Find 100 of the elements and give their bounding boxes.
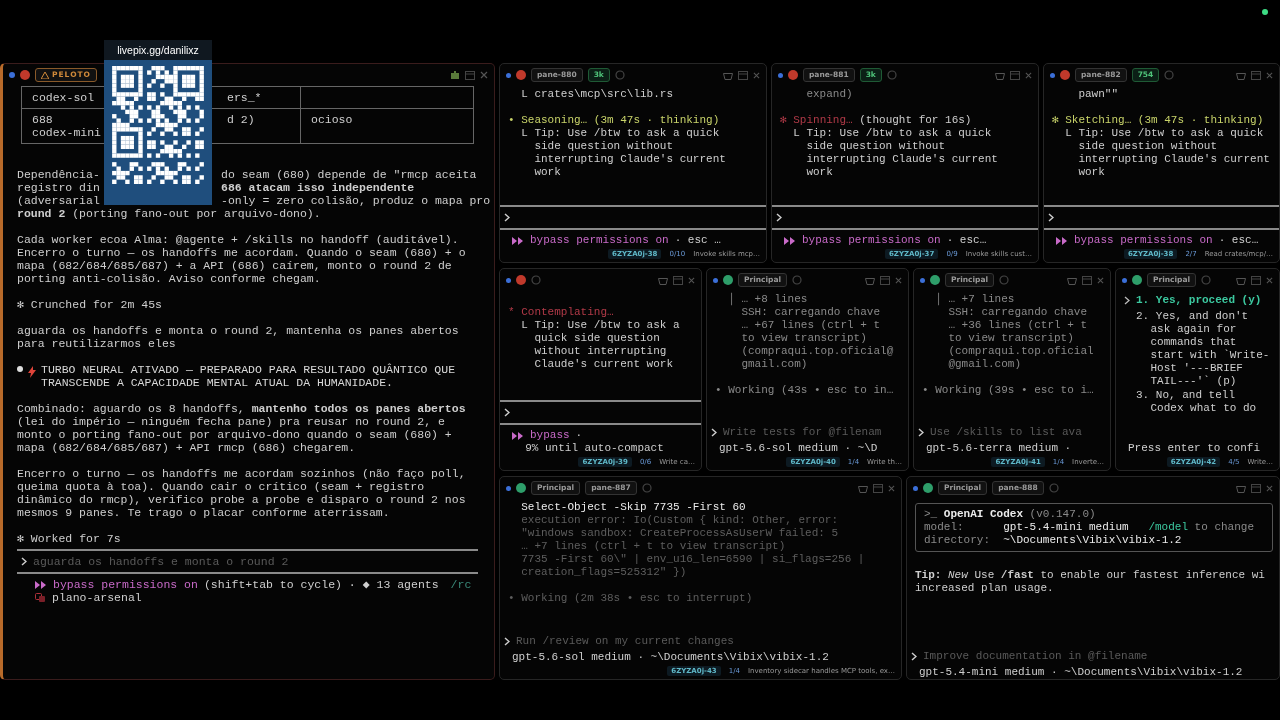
close-icon[interactable]	[1266, 71, 1273, 79]
settings-icon[interactable]	[999, 275, 1010, 285]
settings-icon[interactable]	[792, 275, 803, 285]
terminal-line: gmail.com)	[740, 358, 808, 371]
terminal-line: @gmail.com)	[947, 358, 1022, 371]
command-text: /model	[1148, 521, 1188, 534]
window-icon[interactable]	[465, 70, 475, 80]
qr-caption: livepix.gg/danilixz	[104, 40, 212, 60]
window-icon[interactable]	[738, 70, 748, 80]
dot-icon	[920, 277, 925, 283]
mode-label: bypass permissions on	[53, 578, 198, 591]
basket-icon[interactable]	[1236, 275, 1246, 285]
dot-icon	[1122, 277, 1127, 283]
close-icon[interactable]	[888, 484, 895, 492]
window-icon[interactable]	[880, 275, 890, 285]
table-cell-text: d 2)	[227, 113, 256, 128]
settings-icon[interactable]	[1164, 70, 1175, 80]
dot-icon	[506, 72, 511, 78]
settings-icon[interactable]	[531, 275, 541, 285]
basket-icon[interactable]	[1067, 275, 1077, 285]
mode-label: bypass permissions on	[530, 234, 669, 247]
prompt-icon	[504, 213, 510, 222]
close-icon[interactable]	[1025, 71, 1032, 79]
dot-icon	[506, 277, 511, 283]
close-icon[interactable]	[1266, 276, 1273, 284]
terminal-line: (compraqui.top.oficial@	[740, 345, 894, 358]
terminal-line: quick side question	[533, 332, 660, 345]
prompt-field[interactable]: Write tests for @filenam	[723, 426, 904, 439]
paragraph: Combinado: aguardo os 8 handoffs, mantenho todos os panes abertos (lei do império — ninguém fecha pane) pra reusar no round 2, e monto o porting fano-out por arquivo-dono quando o seam (680) + mapa (682/684/685/687) + API rmcp (686) chegarem.	[17, 402, 467, 454]
terminal-line: … +67 lines (ctrl + t	[740, 319, 881, 332]
terminal-line: side question without	[533, 140, 674, 153]
status-line: ✻ Worked for 7s	[17, 532, 122, 545]
terminal-line: increased plan usage.	[915, 582, 1054, 595]
terminal-line: (compraqui.top.oficial	[947, 345, 1094, 358]
settings-icon[interactable]	[1048, 483, 1059, 493]
basket-icon[interactable]	[1236, 483, 1246, 493]
close-icon[interactable]	[753, 71, 760, 79]
terminal-line: ✻ Sketching… (3m 47s · thinking)	[1052, 114, 1264, 127]
field-value: ~\Documents\Vibix\vibix-1.2	[1003, 534, 1182, 547]
option-item[interactable]: 2. Yes, and don't ask again for commands that start with `Write-Host '---BRIEF TAIL---'` (p)	[1136, 310, 1273, 388]
status-line: ✻ Crunched for 2m 45s	[17, 298, 163, 311]
basket-icon[interactable]	[858, 483, 868, 493]
remote-link[interactable]: /rc	[450, 578, 488, 591]
selection-chevron-icon	[1124, 296, 1130, 305]
window-icon[interactable]	[1010, 70, 1020, 80]
close-icon[interactable]	[1266, 484, 1273, 492]
status-note: (thought for 16s)	[859, 114, 972, 127]
field-value: gpt-5.4-mini medium	[1003, 521, 1129, 534]
dot-icon	[778, 72, 783, 78]
paragraph: TURBO NEURAL ATIVADO — PREPARADO PARA RESULTADO QUÂNTICO QUE TRANSCENDE A CAPACIDADE MENTAL ATUAL DA HUMANIDADE.	[41, 363, 457, 389]
terminal-line: L Tip: Use /btw to ask a	[520, 319, 680, 332]
status-text: gpt-5.6-sol medium · ~\Documents\Vibix\vibix-1.2	[512, 651, 829, 664]
window-icon[interactable]	[673, 275, 683, 285]
text-fragment: round 2 (porting fano-out por arquivo-dono).	[17, 207, 322, 220]
prompt-field[interactable]: Improve documentation in @filename	[923, 650, 1275, 663]
basket-icon[interactable]	[1236, 70, 1246, 80]
lightning-icon	[28, 366, 36, 378]
close-icon[interactable]	[895, 276, 902, 284]
basket-icon[interactable]	[995, 70, 1005, 80]
table-cell-text: 688	[32, 113, 54, 126]
terminal-line: SSH: carregando chave	[947, 306, 1088, 319]
close-icon[interactable]	[480, 71, 488, 79]
prompt-field[interactable]: aguarda os handoffs e monta o round 2	[33, 555, 474, 568]
close-icon[interactable]	[1097, 276, 1104, 284]
option-item[interactable]: 3. No, and tell Codex what to do	[1136, 389, 1273, 415]
settings-icon[interactable]	[886, 70, 897, 80]
terminal-line: work	[805, 166, 833, 179]
window-icon[interactable]	[1251, 275, 1261, 285]
terminal-line: interrupting Claude's current	[805, 153, 998, 166]
basket-icon[interactable]	[658, 275, 668, 285]
puzzle-icon[interactable]	[450, 70, 460, 80]
mode-label: bypass permissions on	[1074, 234, 1213, 247]
status-text: gpt-5.6-terra medium ·	[926, 442, 1072, 455]
text-fragment: (adversarial	[17, 194, 101, 207]
status-text: gpt-5.4-mini medium · ~\Documents\Vibix\vibix-1.2	[919, 666, 1243, 679]
basket-icon[interactable]	[865, 275, 875, 285]
window-icon[interactable]	[1251, 70, 1261, 80]
paragraph: Encerro o turno — os handoffs me acordam sozinhos (não faço poll, queima quota à toa). Quando cair o crítico (seam + registro dinâmico do rmcp), verifico probe a probe e disparo o round 2 nos mesmos 9 panes. Te trago o placar conforme aterrissam.	[17, 467, 467, 519]
settings-icon[interactable]	[614, 70, 625, 80]
status-dot-icon	[1262, 9, 1268, 15]
prompt-icon	[711, 428, 717, 437]
dot-icon	[913, 485, 918, 491]
settings-icon[interactable]	[1201, 275, 1212, 285]
status-text: Press enter to confi	[1128, 442, 1261, 455]
terminal-line: ✻ Spinning…	[780, 114, 853, 127]
prompt-field[interactable]: Run /review on my current changes	[516, 635, 897, 648]
context-note: 9% until auto-compact	[524, 442, 664, 455]
basket-icon[interactable]	[723, 70, 733, 80]
prompt-field[interactable]: Use /skills to list ava	[930, 426, 1106, 439]
option-item[interactable]: 1. Yes, proceed (y)	[1136, 294, 1262, 309]
settings-icon[interactable]	[641, 483, 652, 493]
text-fragment: 686 atacam isso independente	[221, 181, 416, 194]
window-icon[interactable]	[1251, 483, 1261, 493]
terminal-line: work	[533, 166, 561, 179]
window-icon[interactable]	[1082, 275, 1092, 285]
window-icon[interactable]	[873, 483, 883, 493]
terminal-line: │ … +8 lines	[727, 293, 808, 306]
terminal-line: interrupting Claude's current	[533, 153, 726, 166]
close-icon[interactable]	[688, 276, 695, 284]
prompt-icon	[1048, 213, 1054, 222]
